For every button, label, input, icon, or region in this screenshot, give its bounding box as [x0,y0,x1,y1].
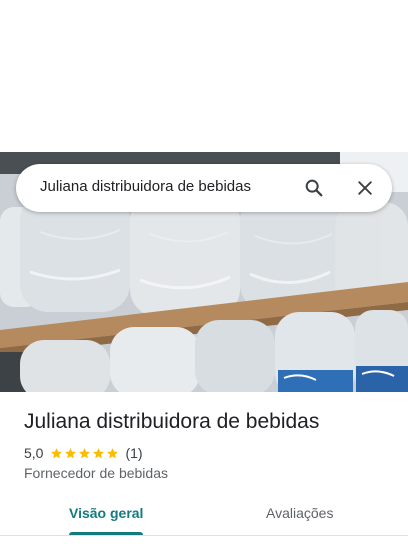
tab-reviews[interactable]: Avaliações [266,505,333,521]
rating-row[interactable]: 5,0 (1) [24,444,143,462]
star-icon [107,447,119,458]
star-icon [51,447,63,458]
place-title: Juliana distribuidora de bebidas [24,410,320,433]
search-icon[interactable] [300,174,328,202]
place-category: Fornecedor de bebidas [24,465,168,481]
tabs-divider [0,535,408,536]
rating-value: 5,0 [24,445,44,461]
close-icon[interactable] [351,174,379,202]
star-icon [65,447,77,458]
rating-stars [50,447,120,460]
search-input[interactable]: Juliana distribuidora de bebidas [40,178,251,195]
star-icon [79,447,91,458]
tab-overview[interactable]: Visão geral [69,505,143,521]
review-count: (1) [125,445,143,461]
search-bar[interactable]: Juliana distribuidora de bebidas [16,164,392,212]
star-icon [93,447,105,458]
